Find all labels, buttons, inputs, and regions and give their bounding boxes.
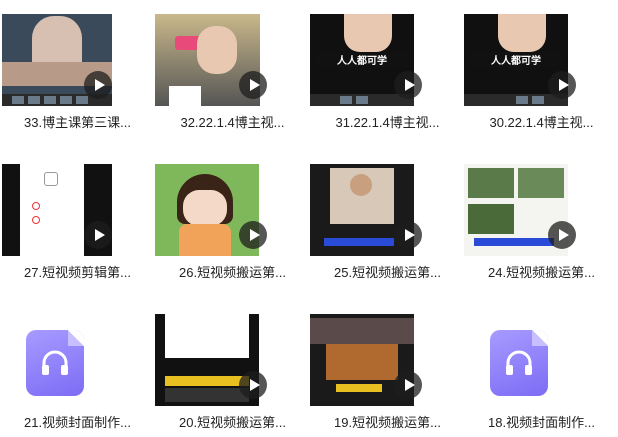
- file-tile[interactable]: 18.视频封面制作...: [464, 300, 618, 435]
- file-name: 33.博主课第三课...: [24, 115, 131, 130]
- file-name: 27.短视频剪辑第...: [24, 265, 131, 280]
- file-name: 32.22.1.4博主视...: [180, 115, 285, 130]
- play-icon[interactable]: [239, 371, 267, 399]
- audio-thumbnail: [0, 300, 155, 408]
- file-tile[interactable]: 人人都可学 30.22.1.4博主视...: [464, 0, 618, 135]
- play-icon[interactable]: [239, 221, 267, 249]
- file-tile[interactable]: 25.短视频搬运第...: [310, 150, 465, 285]
- play-icon[interactable]: [548, 221, 576, 249]
- file-tile[interactable]: 19.短视频搬运第...: [310, 300, 465, 435]
- file-name: 30.22.1.4博主视...: [489, 115, 594, 130]
- file-name: 25.短视频搬运第...: [334, 265, 441, 280]
- file-name: 26.短视频搬运第...: [179, 265, 286, 280]
- video-caption: 人人都可学: [316, 52, 408, 67]
- file-grid: 33.博主课第三课... 32.22.1.4博主视... 人人都可学 31.22…: [0, 0, 618, 437]
- video-thumbnail: 人人都可学: [310, 0, 465, 108]
- video-thumbnail: [310, 300, 465, 408]
- headphones-icon: [490, 330, 548, 396]
- file-tile[interactable]: 24.短视频搬运第...: [464, 150, 618, 285]
- headphones-icon: [26, 330, 84, 396]
- video-thumbnail: [155, 0, 310, 108]
- audio-thumbnail: [464, 300, 618, 408]
- video-thumbnail: [0, 150, 155, 258]
- video-caption: 人人都可学: [470, 52, 562, 67]
- video-thumbnail: [0, 0, 155, 108]
- file-name: 31.22.1.4博主视...: [335, 115, 440, 130]
- video-thumbnail: [155, 150, 310, 258]
- play-icon[interactable]: [84, 221, 112, 249]
- file-name: 19.短视频搬运第...: [334, 415, 441, 430]
- video-thumbnail: 人人都可学: [464, 0, 618, 108]
- file-tile[interactable]: 20.短视频搬运第...: [155, 300, 310, 435]
- video-thumbnail: [155, 300, 310, 408]
- play-icon[interactable]: [84, 71, 112, 99]
- file-name: 20.短视频搬运第...: [179, 415, 286, 430]
- video-thumbnail: [464, 150, 618, 258]
- file-tile[interactable]: 27.短视频剪辑第...: [0, 150, 155, 285]
- file-tile[interactable]: 32.22.1.4博主视...: [155, 0, 310, 135]
- file-name: 24.短视频搬运第...: [488, 265, 595, 280]
- play-icon[interactable]: [394, 221, 422, 249]
- play-icon[interactable]: [239, 71, 267, 99]
- file-tile[interactable]: 33.博主课第三课...: [0, 0, 155, 135]
- file-tile[interactable]: 人人都可学 31.22.1.4博主视...: [310, 0, 465, 135]
- play-icon[interactable]: [394, 71, 422, 99]
- video-thumbnail: [310, 150, 465, 258]
- file-name: 21.视频封面制作...: [24, 415, 131, 430]
- play-icon[interactable]: [548, 71, 576, 99]
- file-tile[interactable]: 26.短视频搬运第...: [155, 150, 310, 285]
- play-icon[interactable]: [394, 371, 422, 399]
- file-name: 18.视频封面制作...: [488, 415, 595, 430]
- file-tile[interactable]: 21.视频封面制作...: [0, 300, 155, 435]
